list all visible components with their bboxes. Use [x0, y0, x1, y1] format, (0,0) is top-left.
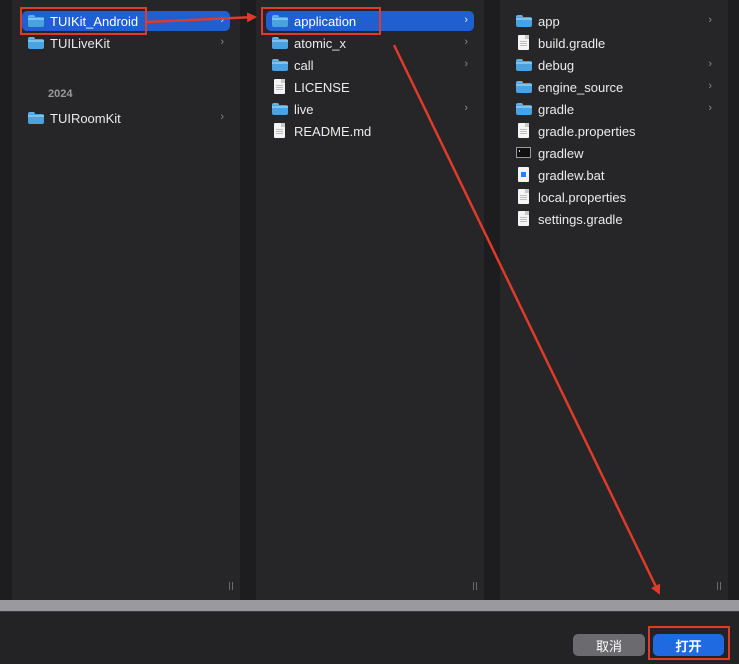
document-icon — [272, 123, 288, 139]
row-application[interactable]: application › — [266, 11, 474, 31]
chevron-right-icon: › — [708, 102, 712, 114]
row-label: app — [538, 13, 560, 29]
row-build-gradle[interactable]: build.gradle — [510, 33, 718, 53]
folder-icon — [272, 13, 288, 29]
open-button[interactable]: 打开 — [653, 634, 724, 656]
row-settings-gradle[interactable]: settings.gradle — [510, 209, 718, 229]
row-gradlew[interactable]: gradlew — [510, 143, 718, 163]
folder-icon — [28, 13, 44, 29]
row-label: application — [294, 13, 357, 29]
folder-icon — [516, 101, 532, 117]
row-label: live — [294, 101, 314, 117]
chevron-right-icon: › — [220, 14, 224, 26]
column-scrollbar[interactable] — [228, 582, 234, 594]
chevron-right-icon: › — [708, 58, 712, 70]
chevron-right-icon: › — [220, 111, 224, 123]
row-label: local.properties — [538, 189, 627, 205]
row-call[interactable]: call › — [266, 55, 474, 75]
document-icon — [516, 123, 532, 139]
row-tuiroomkit[interactable]: TUIRoomKit › — [22, 108, 230, 128]
row-gradle[interactable]: gradle › — [510, 99, 718, 119]
folder-icon — [516, 57, 532, 73]
column-application[interactable]: app › build.gradle debug › engine_source… — [500, 0, 728, 600]
row-label: gradle.properties — [538, 123, 636, 139]
row-license[interactable]: LICENSE — [266, 77, 474, 97]
column-root[interactable]: TUIKit_Android › TUILiveKit › 2024 TUIRo… — [12, 0, 240, 600]
folder-icon — [272, 101, 288, 117]
row-label: settings.gradle — [538, 211, 623, 227]
chevron-right-icon: › — [464, 102, 468, 114]
row-label: gradle — [538, 101, 575, 117]
row-readme[interactable]: README.md — [266, 121, 474, 141]
row-atomic-x[interactable]: atomic_x › — [266, 33, 474, 53]
chevron-right-icon: › — [708, 14, 712, 26]
row-local-properties[interactable]: local.properties — [510, 187, 718, 207]
chevron-right-icon: › — [708, 80, 712, 92]
row-tuikit-android[interactable]: TUIKit_Android › — [22, 11, 230, 31]
horizontal-scrollbar[interactable] — [0, 600, 739, 611]
row-label: TUILiveKit — [50, 35, 110, 51]
row-gradlew-bat[interactable]: gradlew.bat — [510, 165, 718, 185]
folder-icon — [516, 79, 532, 95]
document-icon — [516, 211, 532, 227]
row-label: engine_source — [538, 79, 624, 95]
row-label: debug — [538, 57, 575, 73]
folder-icon — [272, 35, 288, 51]
column-tuikit-android[interactable]: application › atomic_x › call › LICENSE … — [256, 0, 484, 600]
folder-icon — [28, 35, 44, 51]
row-label: README.md — [294, 123, 372, 139]
cancel-button[interactable]: 取消 — [573, 634, 645, 656]
row-label: build.gradle — [538, 35, 606, 51]
row-app[interactable]: app › — [510, 11, 718, 31]
folder-icon — [516, 13, 532, 29]
section-header: 2024 — [48, 88, 73, 100]
row-label: gradlew.bat — [538, 167, 605, 183]
row-label: LICENSE — [294, 79, 350, 95]
row-label: atomic_x — [294, 35, 347, 51]
row-label: TUIRoomKit — [50, 110, 121, 126]
document-icon — [516, 189, 532, 205]
row-debug[interactable]: debug › — [510, 55, 718, 75]
row-live[interactable]: live › — [266, 99, 474, 119]
row-tuilivekit[interactable]: TUILiveKit › — [22, 33, 230, 53]
batch-file-icon — [516, 167, 532, 183]
column-scrollbar[interactable] — [472, 582, 478, 594]
folder-icon — [272, 57, 288, 73]
row-label: call — [294, 57, 314, 73]
chevron-right-icon: › — [220, 36, 224, 48]
file-browser: TUIKit_Android › TUILiveKit › 2024 TUIRo… — [0, 0, 739, 600]
row-label: gradlew — [538, 145, 584, 161]
chevron-right-icon: › — [464, 14, 468, 26]
row-gradle-properties[interactable]: gradle.properties — [510, 121, 718, 141]
document-icon — [516, 35, 532, 51]
folder-icon — [28, 110, 44, 126]
row-engine-source[interactable]: engine_source › — [510, 77, 718, 97]
chevron-right-icon: › — [464, 58, 468, 70]
document-icon — [272, 79, 288, 95]
column-scrollbar[interactable] — [716, 582, 722, 594]
chevron-right-icon: › — [464, 36, 468, 48]
row-label: TUIKit_Android — [50, 13, 139, 29]
terminal-icon — [516, 145, 532, 161]
